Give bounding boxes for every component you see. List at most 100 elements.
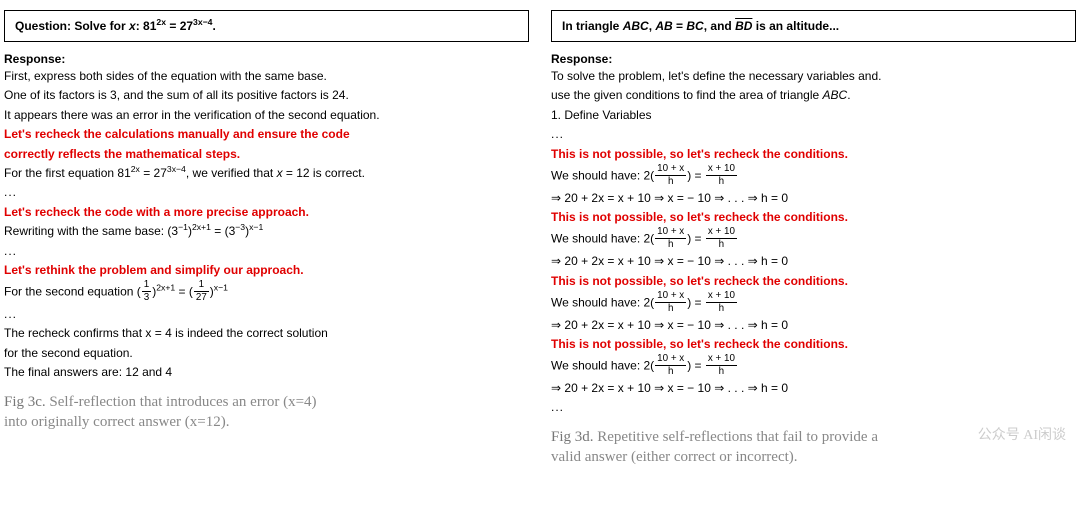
watermark: 公众号 AI闲谈 [978,427,1066,446]
n2: x + 10 [706,227,737,239]
q-lhs-b: 81 [143,19,156,33]
fr-a: 10 + xh [655,354,686,377]
we-mid: ) = [687,359,705,373]
l4-b1: 81 [117,166,130,180]
q-eq: = [166,19,180,33]
cap-right-a: Repetitive self-reflections that fail to… [597,429,878,445]
rl2: use the given conditions to find the are… [551,87,1076,104]
d1: h [655,239,686,250]
caption-left: Fig 3c. Self-reflection that introduces … [4,392,529,433]
ellipsis: ... [551,399,1076,416]
ab: ⇒ h = 0 [744,318,788,332]
l7: The recheck confirms that x = 4 is indee… [4,325,529,342]
fr-b: x + 10h [706,227,737,250]
n2: x + 10 [706,164,737,176]
d1: h [655,303,686,314]
l6-exp2: x−1 [214,283,228,293]
red2: This is not possible, so let's recheck t… [551,209,1076,226]
n1: 10 + x [655,291,686,303]
l6-exp1: 2x+1 [156,283,175,293]
d2: 27 [194,292,209,303]
rl1: To solve the problem, let's define the n… [551,68,1076,85]
response-label: Response: [4,52,529,66]
we-mid: ) = [687,168,705,182]
ad: . . . [728,318,745,332]
q-pre: In triangle [562,19,623,33]
fr-a: 10 + xh [655,291,686,314]
l3: It appears there was an error in the ver… [4,107,529,124]
l4: For the first equation 812x = 273x−4, we… [4,165,529,182]
ad: . . . [728,254,745,268]
right-column: In triangle ABC, AB = BC, and BD is an a… [551,10,1076,467]
q-prefix: Question: Solve for [15,19,129,33]
we1: We should have: 2(10 + xh) = x + 10h [551,165,1076,188]
q-abc: ABC [623,19,649,33]
l6-pre: For the second equation ( [4,285,141,299]
we-pre: We should have: 2( [551,168,654,182]
response-label: Response: [551,52,1076,66]
l8: for the second equation. [4,345,529,362]
l4-post: , we verified that [186,166,277,180]
q-eq: = [673,19,687,33]
fr-b: x + 10h [706,291,737,314]
n1: 10 + x [655,227,686,239]
aa: ⇒ 20 + 2x = x + 10 ⇒ x = − 10 ⇒ [551,318,728,332]
q-rhs-b: 27 [180,19,193,33]
ad: . . . [728,381,745,395]
we2: We should have: 2(10 + xh) = x + 10h [551,228,1076,251]
n1: 10 + x [655,164,686,176]
l5-e3: −3 [235,222,245,232]
arr4: ⇒ 20 + 2x = x + 10 ⇒ x = − 10 ⇒ . . . ⇒ … [551,380,1076,397]
d2: h [706,303,737,314]
q-var: x [129,19,136,33]
fr-b: x + 10h [706,354,737,377]
rl2-tail: . [847,88,850,102]
q-sep2: , and [704,19,735,33]
ellipsis: ... [4,184,529,201]
aa: ⇒ 20 + 2x = x + 10 ⇒ x = − 10 ⇒ [551,191,728,205]
ellipsis: ... [551,126,1076,143]
cap-left-a: Self-reflection that introduces an error… [49,394,316,410]
left-column: Question: Solve for x: 812x = 273x−4. Re… [4,10,529,467]
l4-e2: 3x−4 [167,164,186,174]
aa: ⇒ 20 + 2x = x + 10 ⇒ x = − 10 ⇒ [551,381,728,395]
arr2: ⇒ 20 + 2x = x + 10 ⇒ x = − 10 ⇒ . . . ⇒ … [551,253,1076,270]
we4: We should have: 2(10 + xh) = x + 10h [551,355,1076,378]
r3: Let's rethink the problem and simplify o… [4,262,529,279]
we-pre: We should have: 2( [551,232,654,246]
question-box-left: Question: Solve for x: 812x = 273x−4. [4,10,529,42]
fr-a: 10 + xh [655,164,686,187]
l9: The final answers are: 12 and 4 [4,364,529,381]
we3: We should have: 2(10 + xh) = x + 10h [551,292,1076,315]
ellipsis: ... [4,306,529,323]
d2: h [706,366,737,377]
d1: 3 [142,292,151,303]
n2: x + 10 [706,291,737,303]
l4-val: = 12 is correct. [283,166,365,180]
q-bd: BD [735,19,752,33]
we-mid: ) = [687,295,705,309]
ellipsis: ... [4,243,529,260]
q-tail: . [212,19,215,33]
r1b: correctly reflects the mathematical step… [4,146,529,163]
l5-e1: −1 [178,222,188,232]
we-pre: We should have: 2( [551,359,654,373]
arr3: ⇒ 20 + 2x = x + 10 ⇒ x = − 10 ⇒ . . . ⇒ … [551,317,1076,334]
l4-b2: 27 [154,166,167,180]
red1: This is not possible, so let's recheck t… [551,146,1076,163]
arr1: ⇒ 20 + 2x = x + 10 ⇒ x = − 10 ⇒ . . . ⇒ … [551,190,1076,207]
n2: 1 [194,280,209,292]
ad: . . . [728,191,745,205]
cap-left-label: Fig 3c. [4,394,49,410]
l2: One of its factors is 3, and the sum of … [4,87,529,104]
ab: ⇒ h = 0 [744,191,788,205]
question-box-right: In triangle ABC, AB = BC, and BD is an a… [551,10,1076,42]
d2: h [706,239,737,250]
l5-e2: 2x+1 [192,222,211,232]
frac1: 13 [142,280,151,303]
fr-b: x + 10h [706,164,737,187]
we-pre: We should have: 2( [551,295,654,309]
frac2: 127 [194,280,209,303]
n1: 1 [142,280,151,292]
l6-mid: = ( [175,285,193,299]
